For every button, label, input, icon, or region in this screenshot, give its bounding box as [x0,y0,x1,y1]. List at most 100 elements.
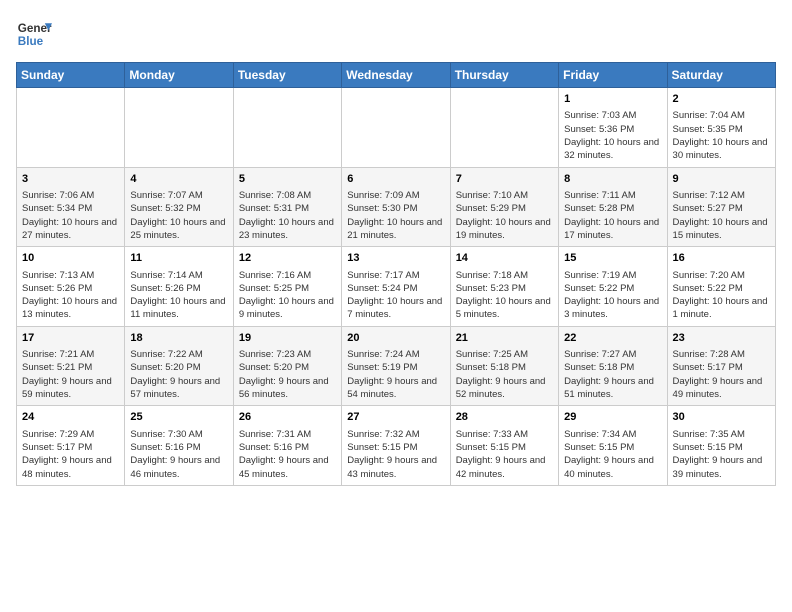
day-info: Sunrise: 7:14 AM Sunset: 5:26 PM Dayligh… [130,269,227,322]
day-number: 2 [673,92,770,107]
day-number: 24 [22,410,119,425]
day-cell: 27Sunrise: 7:32 AM Sunset: 5:15 PM Dayli… [342,406,450,486]
day-info: Sunrise: 7:03 AM Sunset: 5:36 PM Dayligh… [564,109,661,162]
day-cell: 26Sunrise: 7:31 AM Sunset: 5:16 PM Dayli… [233,406,341,486]
week-row-2: 3 Sunrise: 7:06 AM Sunset: 5:34 PM Daylig… [17,167,776,247]
day-cell: 12Sunrise: 7:16 AM Sunset: 5:25 PM Dayli… [233,247,341,327]
day-cell: 18 Sunrise: 7:22 AM Sunset: 5:20 PM Dayli… [125,326,233,406]
day-cell: 25 Sunrise: 7:30 AM Sunset: 5:16 PM Dayli… [125,406,233,486]
day-info: Sunrise: 7:28 AM Sunset: 5:17 PM Dayligh… [673,348,770,401]
day-number: 17 [22,331,119,346]
day-number: 22 [564,331,661,346]
day-number: 28 [456,410,553,425]
day-info: Sunrise: 7:33 AM Sunset: 5:15 PM Dayligh… [456,428,553,481]
day-cell: 7 Sunrise: 7:10 AM Sunset: 5:29 PM Daylig… [450,167,558,247]
day-info: Sunrise: 7:04 AM Sunset: 5:35 PM Dayligh… [673,109,770,162]
logo: General Blue [16,16,52,52]
day-number: 18 [130,331,227,346]
weekday-header-row: SundayMondayTuesdayWednesdayThursdayFrid… [17,63,776,88]
day-cell: 10Sunrise: 7:13 AM Sunset: 5:26 PM Dayli… [17,247,125,327]
day-info: Sunrise: 7:11 AM Sunset: 5:28 PM Dayligh… [564,189,661,242]
day-info: Sunrise: 7:22 AM Sunset: 5:20 PM Dayligh… [130,348,227,401]
day-number: 7 [456,172,553,187]
day-number: 9 [673,172,770,187]
day-info: Sunrise: 7:29 AM Sunset: 5:17 PM Dayligh… [22,428,119,481]
day-number: 11 [130,251,227,266]
day-info: Sunrise: 7:20 AM Sunset: 5:22 PM Dayligh… [673,269,770,322]
day-info: Sunrise: 7:06 AM Sunset: 5:34 PM Dayligh… [22,189,119,242]
week-row-1: 1 Sunrise: 7:03 AM Sunset: 5:36 PM Daylig… [17,88,776,168]
day-cell: 23 Sunrise: 7:28 AM Sunset: 5:17 PM Dayli… [667,326,775,406]
week-row-3: 10Sunrise: 7:13 AM Sunset: 5:26 PM Dayli… [17,247,776,327]
day-number: 20 [347,331,444,346]
day-number: 16 [673,251,770,266]
day-cell: 29 Sunrise: 7:34 AM Sunset: 5:15 PM Dayli… [559,406,667,486]
day-number: 25 [130,410,227,425]
day-info: Sunrise: 7:25 AM Sunset: 5:18 PM Dayligh… [456,348,553,401]
day-cell: 9 Sunrise: 7:12 AM Sunset: 5:27 PM Daylig… [667,167,775,247]
day-info: Sunrise: 7:30 AM Sunset: 5:16 PM Dayligh… [130,428,227,481]
day-info: Sunrise: 7:12 AM Sunset: 5:27 PM Dayligh… [673,189,770,242]
day-cell: 8 Sunrise: 7:11 AM Sunset: 5:28 PM Daylig… [559,167,667,247]
day-number: 1 [564,92,661,107]
day-info: Sunrise: 7:13 AM Sunset: 5:26 PM Dayligh… [22,269,119,322]
day-info: Sunrise: 7:07 AM Sunset: 5:32 PM Dayligh… [130,189,227,242]
day-info: Sunrise: 7:34 AM Sunset: 5:15 PM Dayligh… [564,428,661,481]
day-number: 8 [564,172,661,187]
day-cell [17,88,125,168]
day-cell [450,88,558,168]
day-cell: 2 Sunrise: 7:04 AM Sunset: 5:35 PM Daylig… [667,88,775,168]
weekday-header-thursday: Thursday [450,63,558,88]
day-info: Sunrise: 7:16 AM Sunset: 5:25 PM Dayligh… [239,269,336,322]
day-number: 13 [347,251,444,266]
day-number: 4 [130,172,227,187]
week-row-5: 24 Sunrise: 7:29 AM Sunset: 5:17 PM Dayli… [17,406,776,486]
day-info: Sunrise: 7:35 AM Sunset: 5:15 PM Dayligh… [673,428,770,481]
day-number: 30 [673,410,770,425]
day-info: Sunrise: 7:23 AM Sunset: 5:20 PM Dayligh… [239,348,336,401]
day-info: Sunrise: 7:19 AM Sunset: 5:22 PM Dayligh… [564,269,661,322]
day-number: 27 [347,410,444,425]
logo-icon: General Blue [16,16,52,52]
day-info: Sunrise: 7:09 AM Sunset: 5:30 PM Dayligh… [347,189,444,242]
day-info: Sunrise: 7:27 AM Sunset: 5:18 PM Dayligh… [564,348,661,401]
day-info: Sunrise: 7:18 AM Sunset: 5:23 PM Dayligh… [456,269,553,322]
day-number: 19 [239,331,336,346]
day-cell: 28 Sunrise: 7:33 AM Sunset: 5:15 PM Dayli… [450,406,558,486]
day-info: Sunrise: 7:31 AM Sunset: 5:16 PM Dayligh… [239,428,336,481]
day-number: 6 [347,172,444,187]
weekday-header-wednesday: Wednesday [342,63,450,88]
day-number: 21 [456,331,553,346]
day-cell: 22 Sunrise: 7:27 AM Sunset: 5:18 PM Dayli… [559,326,667,406]
day-cell: 21 Sunrise: 7:25 AM Sunset: 5:18 PM Dayli… [450,326,558,406]
day-info: Sunrise: 7:10 AM Sunset: 5:29 PM Dayligh… [456,189,553,242]
day-number: 23 [673,331,770,346]
day-cell: 11 Sunrise: 7:14 AM Sunset: 5:26 PM Dayli… [125,247,233,327]
day-cell: 4 Sunrise: 7:07 AM Sunset: 5:32 PM Daylig… [125,167,233,247]
day-cell: 5Sunrise: 7:08 AM Sunset: 5:31 PM Daylig… [233,167,341,247]
weekday-header-friday: Friday [559,63,667,88]
day-number: 14 [456,251,553,266]
day-number: 5 [239,172,336,187]
calendar: SundayMondayTuesdayWednesdayThursdayFrid… [16,62,776,486]
weekday-header-saturday: Saturday [667,63,775,88]
day-cell: 14 Sunrise: 7:18 AM Sunset: 5:23 PM Dayli… [450,247,558,327]
day-cell: 19 Sunrise: 7:23 AM Sunset: 5:20 PM Dayli… [233,326,341,406]
day-number: 3 [22,172,119,187]
day-cell [233,88,341,168]
day-cell: 30 Sunrise: 7:35 AM Sunset: 5:15 PM Dayli… [667,406,775,486]
day-cell [342,88,450,168]
weekday-header-sunday: Sunday [17,63,125,88]
header: General Blue [16,16,776,52]
day-cell: 16 Sunrise: 7:20 AM Sunset: 5:22 PM Dayli… [667,247,775,327]
day-info: Sunrise: 7:21 AM Sunset: 5:21 PM Dayligh… [22,348,119,401]
weekday-header-tuesday: Tuesday [233,63,341,88]
day-cell: 13Sunrise: 7:17 AM Sunset: 5:24 PM Dayli… [342,247,450,327]
weekday-header-monday: Monday [125,63,233,88]
day-number: 15 [564,251,661,266]
day-number: 29 [564,410,661,425]
day-info: Sunrise: 7:24 AM Sunset: 5:19 PM Dayligh… [347,348,444,401]
day-cell: 3 Sunrise: 7:06 AM Sunset: 5:34 PM Daylig… [17,167,125,247]
day-cell: 17 Sunrise: 7:21 AM Sunset: 5:21 PM Dayli… [17,326,125,406]
day-cell [125,88,233,168]
